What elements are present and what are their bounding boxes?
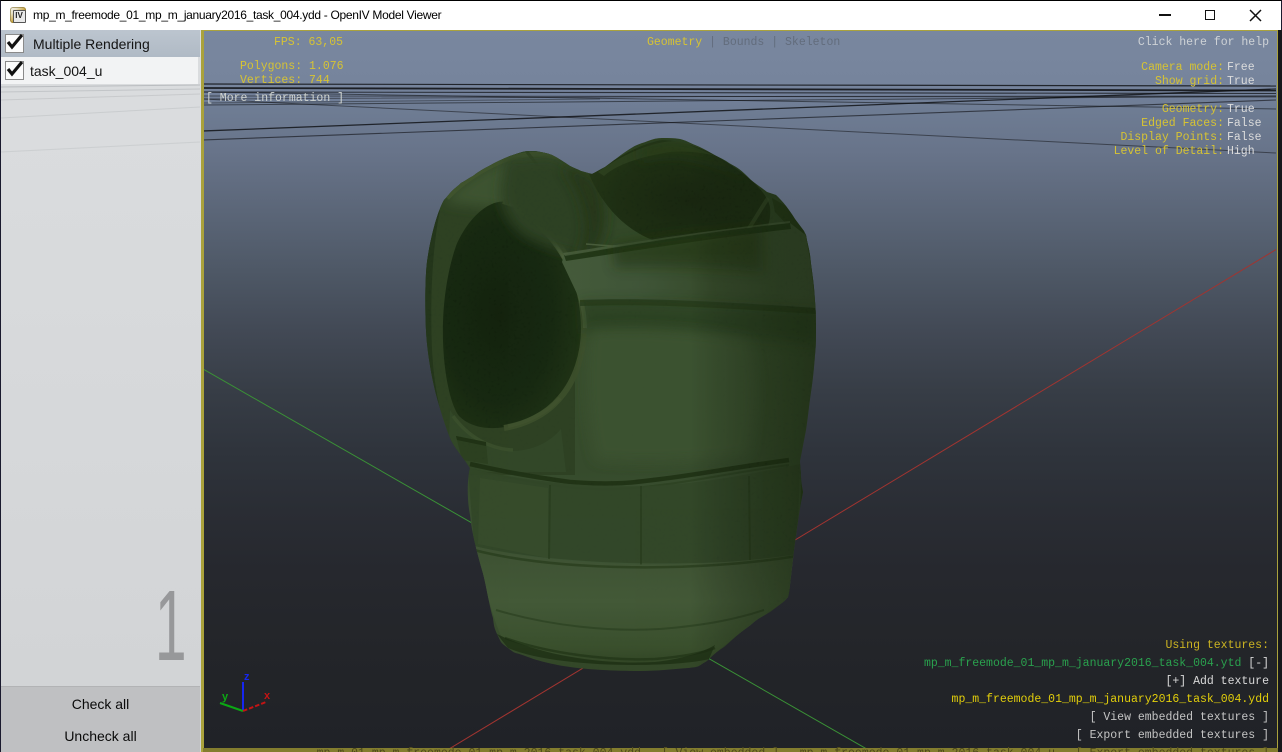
svg-text:x: x (264, 690, 271, 702)
svg-text:z: z (244, 671, 250, 683)
svg-text:y: y (222, 691, 229, 703)
